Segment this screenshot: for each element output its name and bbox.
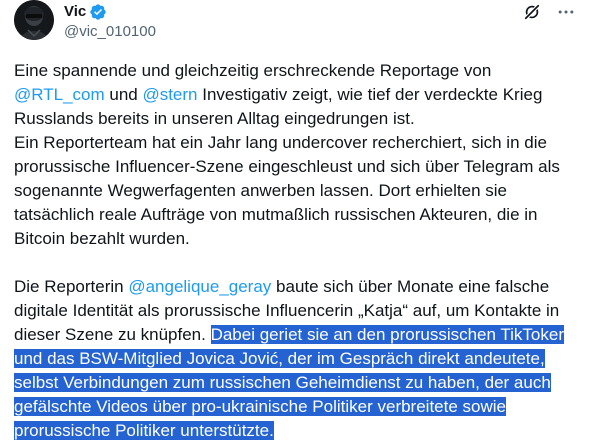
tweet-text-segment: und [104, 85, 143, 104]
tweet-text-segment: Eine spannende und gleichzeitig erschrec… [14, 61, 492, 80]
verified-badge-icon [89, 3, 107, 21]
avatar[interactable] [14, 0, 54, 40]
grok-icon[interactable] [522, 2, 542, 22]
mention-link-stern[interactable]: @stern [142, 85, 197, 104]
tweet-text-segment: Die Reporterin [14, 277, 129, 296]
tweet: Vic @vic_010100 Eine spannende und gleic… [0, 0, 590, 443]
avatar-image [14, 0, 54, 40]
tweet-top-actions [522, 2, 576, 22]
mention-link-angelique[interactable]: @angelique_geray [128, 277, 271, 296]
mention-link-rtl[interactable]: @RTL_com [14, 85, 105, 104]
tweet-text: Eine spannende und gleichzeitig erschrec… [14, 59, 580, 443]
author-display-name[interactable]: Vic [64, 2, 86, 22]
author-handle[interactable]: @vic_010100 [64, 22, 156, 42]
more-options-icon[interactable] [556, 2, 576, 22]
tweet-paragraph-1: Eine spannende und gleichzeitig erschrec… [14, 59, 580, 131]
tweet-paragraph-2: Ein Reporterteam hat ein Jahr lang under… [14, 133, 560, 248]
tweet-paragraph-3: Die Reporterin @angelique_geray baute si… [14, 275, 580, 443]
author-name-row[interactable]: Vic [64, 2, 107, 22]
